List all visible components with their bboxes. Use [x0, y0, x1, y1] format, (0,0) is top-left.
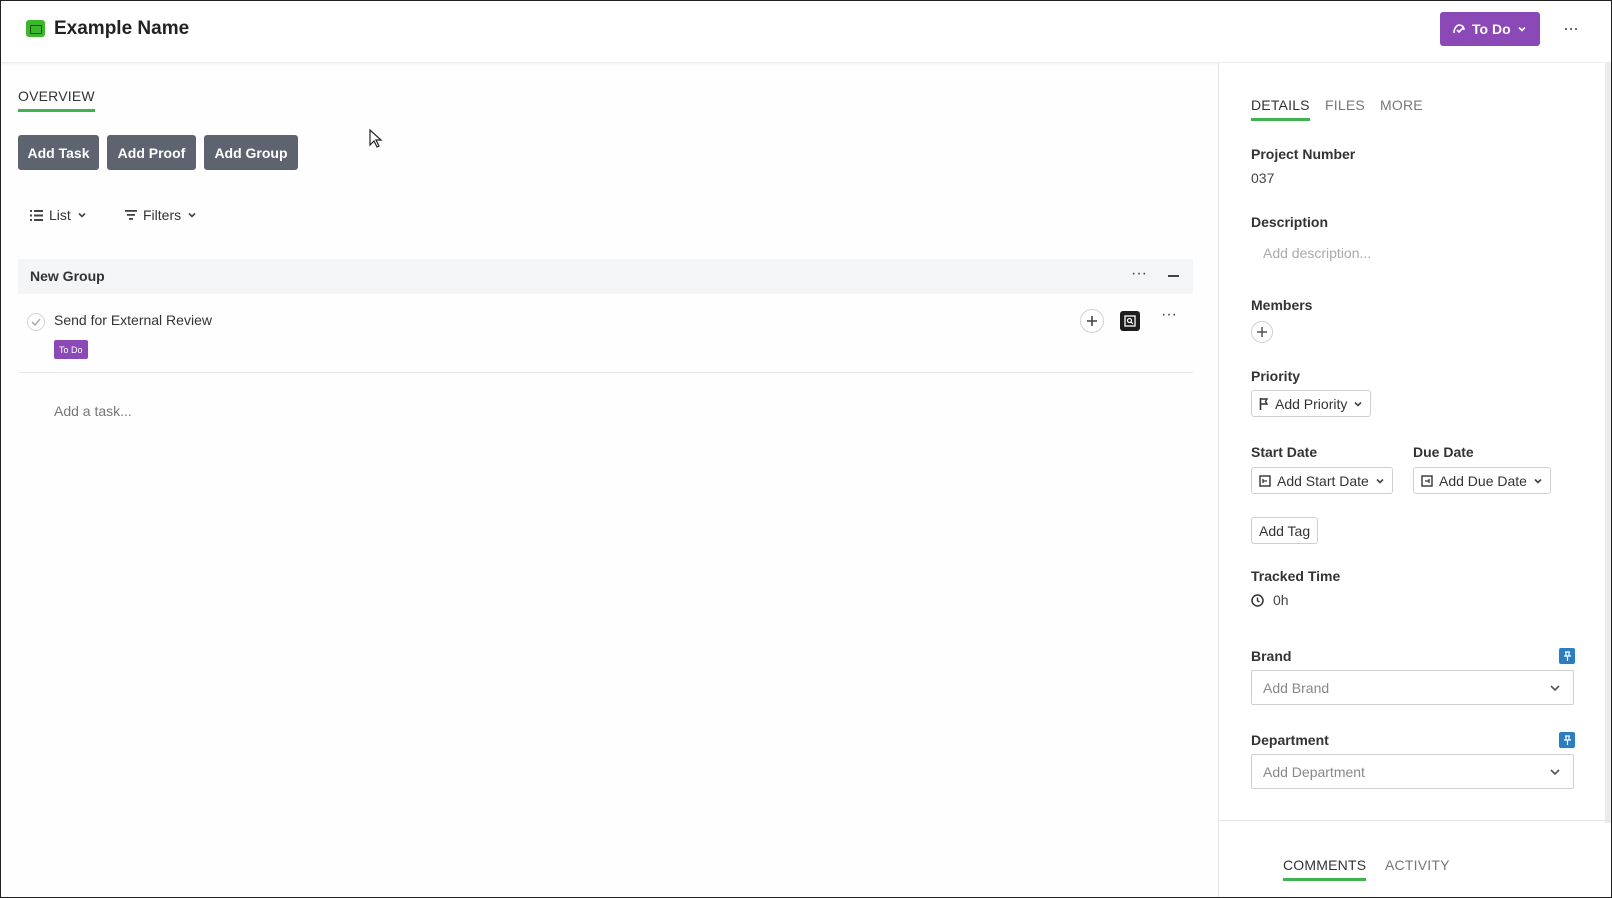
list-view-dropdown[interactable]: List	[30, 207, 87, 223]
add-tag-button[interactable]: Add Tag	[1251, 517, 1319, 544]
department-placeholder: Add Department	[1263, 764, 1365, 780]
filters-label: Filters	[143, 207, 182, 223]
tab-overview[interactable]: OVERVIEW	[18, 88, 95, 112]
project-number-value: 037	[1251, 170, 1275, 186]
chevron-down-icon	[1354, 401, 1362, 407]
task-add-button[interactable]	[1080, 309, 1104, 333]
tracked-time-label: Tracked Time	[1251, 568, 1341, 584]
department-label: Department	[1251, 732, 1329, 748]
details-panel: DETAILS FILES MORE Project Number 037 De…	[1218, 63, 1611, 897]
chevron-down-icon	[188, 212, 196, 218]
members-label: Members	[1251, 297, 1313, 313]
clock-icon	[1251, 593, 1264, 607]
chevron-down-icon	[78, 212, 86, 218]
department-select[interactable]: Add Department	[1251, 754, 1574, 789]
status-dropdown-button[interactable]: To Do	[1440, 12, 1540, 46]
add-priority-label: Add Priority	[1275, 395, 1348, 412]
pin-icon[interactable]	[1559, 732, 1575, 748]
collapse-icon[interactable]	[1168, 275, 1179, 277]
brand-label: Brand	[1251, 648, 1292, 664]
chevron-down-icon	[1518, 26, 1526, 32]
add-group-button[interactable]: Add Group	[204, 135, 298, 170]
add-priority-button[interactable]: Add Priority	[1251, 390, 1372, 417]
brand-placeholder: Add Brand	[1263, 680, 1330, 696]
pin-icon[interactable]	[1559, 648, 1575, 664]
task-status-badge: To Do	[54, 340, 88, 359]
add-due-date-button[interactable]: Add Due Date	[1413, 467, 1551, 494]
task-row[interactable]: Send for External Review To Do ···	[18, 297, 1193, 373]
start-date-label: Start Date	[1251, 444, 1318, 460]
tracked-time-value: 0h	[1273, 592, 1289, 608]
scrollbar[interactable]	[1605, 63, 1611, 823]
proof-icon	[1124, 315, 1136, 327]
pin-glyph	[1563, 735, 1571, 745]
flag-icon	[1259, 397, 1269, 410]
add-member-button[interactable]	[1251, 321, 1273, 343]
page-title: Example Name	[54, 18, 190, 39]
checkmark-icon	[31, 318, 41, 326]
plus-icon	[1087, 316, 1097, 326]
add-due-date-label: Add Due Date	[1439, 472, 1527, 489]
add-task-input[interactable]: Add a task...	[54, 403, 132, 419]
more-options-button[interactable]: ···	[1563, 18, 1579, 39]
priority-label: Priority	[1251, 368, 1301, 384]
tab-more[interactable]: MORE	[1380, 97, 1423, 113]
chevron-down-icon	[1534, 478, 1542, 484]
add-proof-button[interactable]: Add Proof	[107, 135, 196, 170]
chevron-down-icon	[1376, 478, 1384, 484]
status-label: To Do	[1472, 21, 1511, 37]
top-header: Example Name To Do ···	[1, 1, 1611, 63]
task-more-button[interactable]: ···	[1161, 306, 1177, 324]
task-name[interactable]: Send for External Review	[54, 312, 212, 328]
tab-activity[interactable]: ACTIVITY	[1385, 857, 1450, 873]
group-header[interactable]: New Group ···	[18, 259, 1193, 294]
add-start-date-label: Add Start Date	[1277, 472, 1369, 489]
status-icon	[1453, 24, 1465, 34]
group-more-button[interactable]: ···	[1131, 265, 1147, 283]
add-tag-label: Add Tag	[1259, 522, 1311, 539]
task-proof-button[interactable]	[1120, 311, 1140, 331]
tab-files[interactable]: FILES	[1325, 97, 1365, 113]
chevron-down-icon	[1550, 769, 1560, 776]
add-start-date-button[interactable]: Add Start Date	[1251, 467, 1393, 494]
pin-glyph	[1563, 651, 1571, 661]
description-label: Description	[1251, 214, 1329, 230]
plus-icon	[1257, 327, 1267, 337]
mouse-cursor-icon	[369, 129, 383, 148]
tab-comments[interactable]: COMMENTS	[1283, 857, 1367, 881]
panel-divider	[1219, 820, 1611, 821]
brand-select[interactable]: Add Brand	[1251, 670, 1574, 705]
due-date-label: Due Date	[1413, 444, 1474, 460]
list-view-label: List	[49, 207, 71, 223]
project-number-label: Project Number	[1251, 146, 1356, 162]
group-name: New Group	[30, 268, 105, 284]
tab-details[interactable]: DETAILS	[1251, 97, 1310, 121]
filters-dropdown[interactable]: Filters	[125, 207, 197, 223]
filter-icon	[125, 210, 137, 220]
chevron-down-icon	[1550, 685, 1560, 692]
calendar-start-icon	[1259, 474, 1271, 487]
tracked-time-row: 0h	[1251, 592, 1289, 608]
description-input[interactable]: Add description...	[1263, 245, 1371, 261]
calendar-due-icon	[1421, 474, 1433, 487]
folder-icon	[26, 20, 45, 37]
task-complete-checkbox[interactable]	[27, 313, 45, 331]
app-window: Example Name To Do ··· OVERVIEW Add Task…	[1, 1, 1611, 897]
list-icon	[30, 209, 43, 221]
add-task-button[interactable]: Add Task	[18, 135, 99, 170]
